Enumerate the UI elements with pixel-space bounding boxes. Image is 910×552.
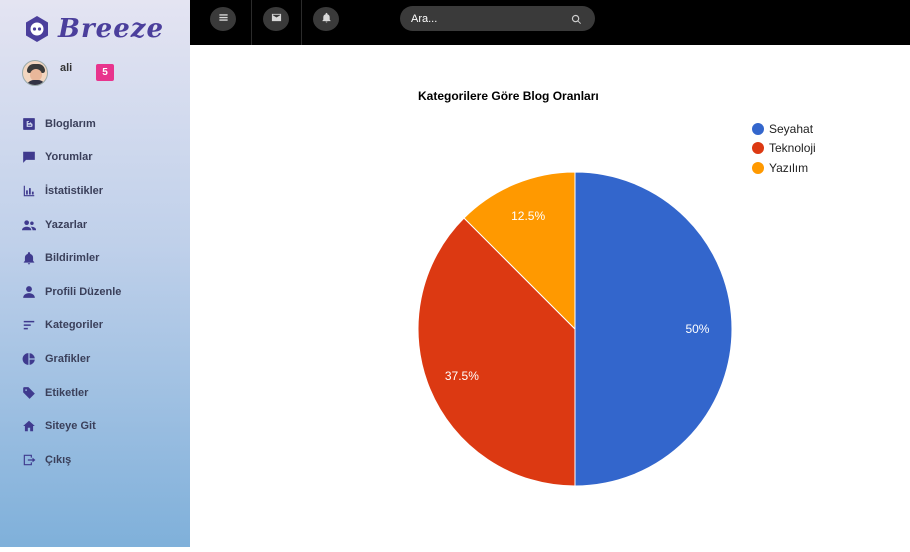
search-box <box>400 6 595 31</box>
sidebar-item-etiketler[interactable]: Etiketler <box>22 376 121 410</box>
blogger-icon <box>22 117 36 131</box>
tag-icon <box>22 386 36 400</box>
sidebar-item-bloglarim[interactable]: Bloglarım <box>22 107 121 141</box>
pie-chart-icon <box>22 352 36 366</box>
divider <box>301 0 302 45</box>
comment-icon <box>22 150 36 164</box>
sidebar-item-label: Grafikler <box>45 352 91 365</box>
brand-name: Breeze <box>58 14 165 44</box>
mail-button[interactable] <box>263 7 289 31</box>
sidebar-item-label: Yorumlar <box>45 151 93 164</box>
top-bar <box>190 0 910 45</box>
sidebar-item-yazarlar[interactable]: Yazarlar <box>22 208 121 242</box>
legend-label: Seyahat <box>769 121 814 136</box>
pie-slice-label: 12.5% <box>511 209 545 223</box>
divider <box>251 0 252 45</box>
sidebar-item-grafikler[interactable]: Grafikler <box>22 342 121 376</box>
menu-icon <box>218 10 229 28</box>
sidebar-item-label: Kategoriler <box>45 319 104 332</box>
menu-button[interactable] <box>210 7 236 31</box>
sidebar-item-label: Siteye Git <box>45 420 96 433</box>
sidebar-item-kategoriler[interactable]: Kategoriler <box>22 309 121 343</box>
legend-item-seyahat[interactable]: Seyahat <box>752 119 816 139</box>
exit-icon <box>22 453 36 467</box>
pie-slice-label: 37.5% <box>445 369 479 383</box>
mail-icon <box>271 10 282 28</box>
search-input[interactable] <box>411 12 561 25</box>
bell-icon <box>22 251 36 265</box>
sidebar-item-bildirimler[interactable]: Bildirimler <box>22 241 121 275</box>
notification-count-badge: 5 <box>96 64 114 81</box>
legend-item-yazilim[interactable]: Yazılım <box>752 158 816 178</box>
user-profile[interactable]: ali 5 <box>22 60 114 86</box>
sidebar-nav: Bloglarım Yorumlar İstatistikler Yazarla… <box>22 107 121 477</box>
people-icon <box>22 218 36 232</box>
avatar <box>22 60 48 86</box>
brand[interactable]: Breeze <box>24 12 164 46</box>
legend-color-swatch <box>752 161 764 174</box>
sidebar-item-label: Etiketler <box>45 386 89 399</box>
bell-icon <box>321 10 332 28</box>
user-name: ali <box>60 62 73 74</box>
sidebar-item-label: Profili Düzenle <box>45 285 122 298</box>
sidebar-item-profili-duzenle[interactable]: Profili Düzenle <box>22 275 121 309</box>
sidebar-item-label: Bloglarım <box>45 117 96 130</box>
pie-slice-label: 50% <box>685 322 709 336</box>
sidebar-item-label: Bildirimler <box>45 252 100 265</box>
sidebar: Breeze ali 5 Bloglarım Yorumlar İstatist… <box>0 0 190 547</box>
legend-item-teknoloji[interactable]: Teknoloji <box>752 139 816 159</box>
notifications-button[interactable] <box>313 7 339 31</box>
sort-icon <box>22 318 36 332</box>
sidebar-item-yorumlar[interactable]: Yorumlar <box>22 141 121 175</box>
sidebar-item-label: Yazarlar <box>45 218 88 231</box>
home-icon <box>22 419 36 433</box>
sidebar-item-istatistikler[interactable]: İstatistikler <box>22 174 121 208</box>
sidebar-item-label: Çıkış <box>45 453 72 466</box>
sidebar-item-cikis[interactable]: Çıkış <box>22 443 121 477</box>
sidebar-item-siteye-git[interactable]: Siteye Git <box>22 409 121 443</box>
legend-color-swatch <box>752 142 764 155</box>
legend-color-swatch <box>752 122 764 135</box>
sidebar-item-label: İstatistikler <box>45 184 104 197</box>
chart-legend: Seyahat Teknoloji Yazılım <box>752 119 816 178</box>
bar-chart-icon <box>22 184 36 198</box>
legend-label: Teknoloji <box>769 141 816 156</box>
legend-label: Yazılım <box>769 160 809 175</box>
search-icon[interactable] <box>571 12 582 24</box>
person-icon <box>22 285 36 299</box>
breeze-logo-icon <box>24 15 50 43</box>
